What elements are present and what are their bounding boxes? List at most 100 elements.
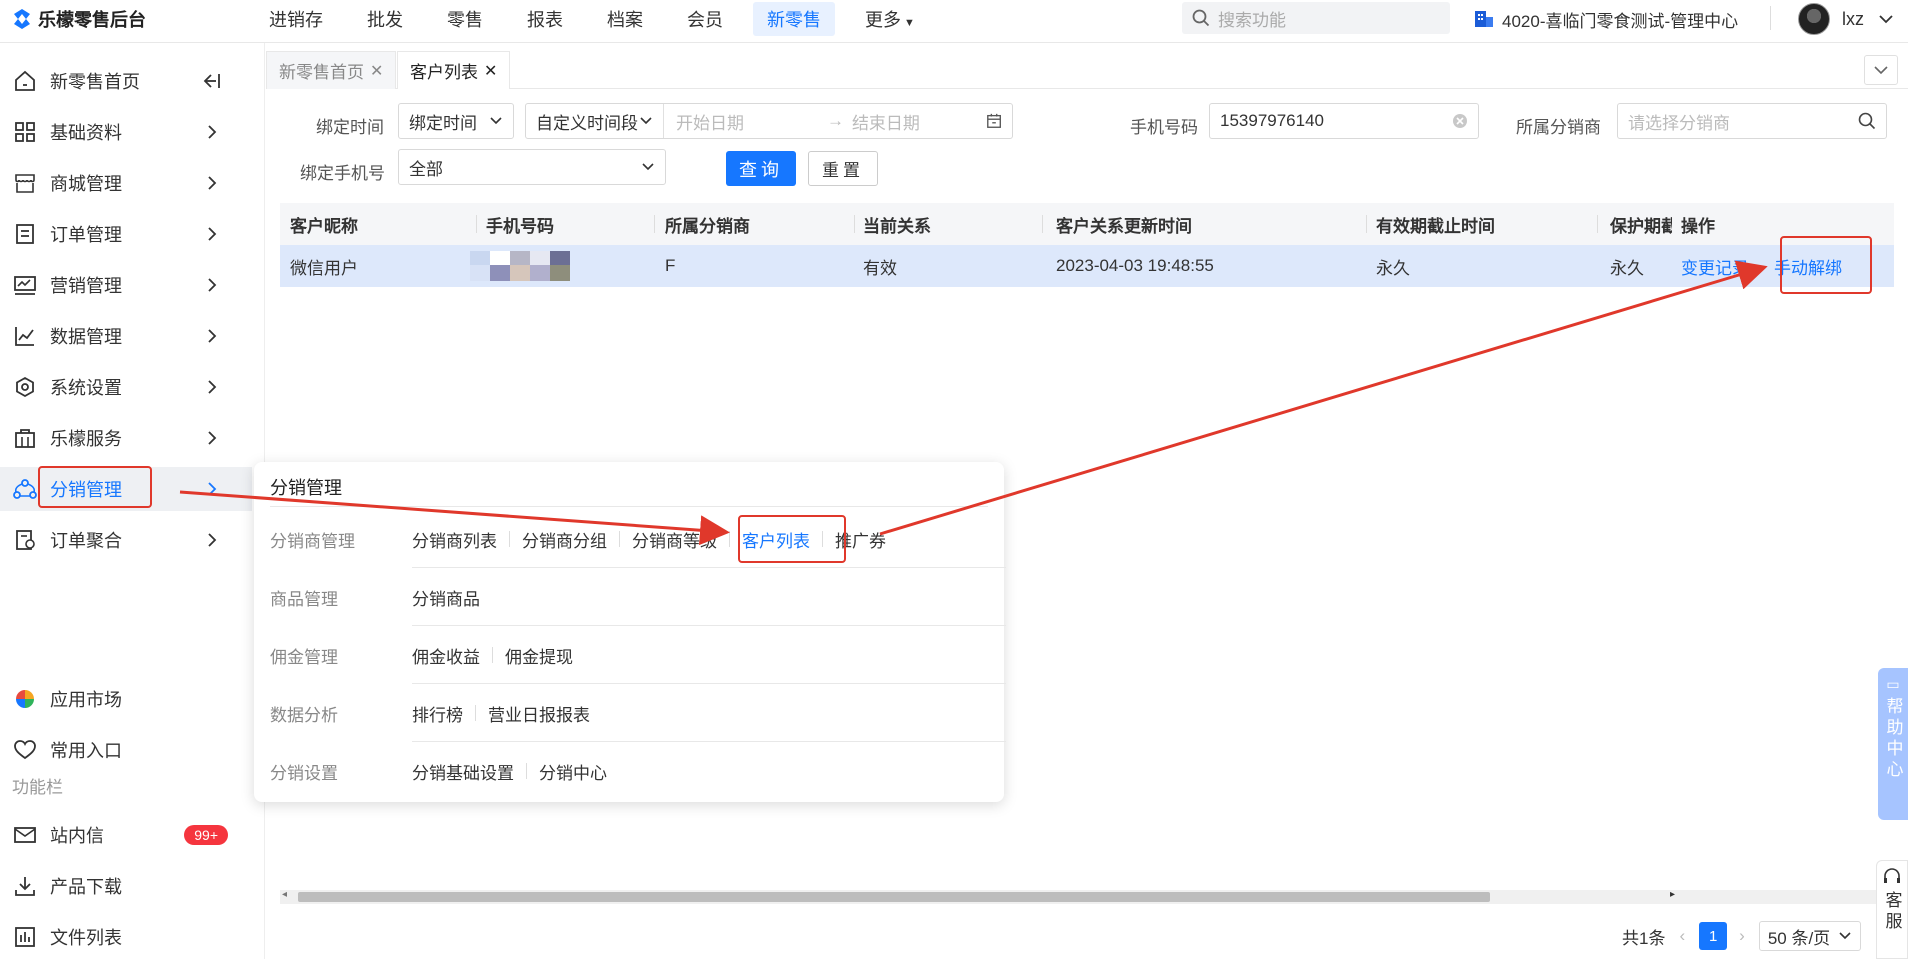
menu-group-label: 分销商管理 [270,531,355,551]
menu-link-customer-list[interactable]: 客户列表 [742,527,810,552]
column-separator [1597,215,1598,233]
scroll-left-icon[interactable]: ◂ [282,889,287,900]
phone-label: 手机号码 [1130,118,1198,137]
menu-link-distributor-group[interactable]: 分销商分组 [522,527,607,552]
menu-link-daily-report[interactable]: 营业日报报表 [488,701,590,726]
customer-service-tab[interactable]: 客服 [1876,860,1908,959]
nav-item-new-retail[interactable]: 新零售 [753,2,835,36]
phone-input-value: 15397976140 [1220,111,1325,130]
menu-link-basic-settings[interactable]: 分销基础设置 [412,759,514,784]
scroll-right-icon[interactable]: ▸ [1670,889,1675,900]
sidebar-item-app-market[interactable]: 应用市场 [0,677,252,721]
customer-service-label: 客服 [1882,891,1902,933]
nav-item-inventory[interactable]: 进销存 [255,2,337,36]
sidebar-item-label: 订单管理 [50,225,122,245]
menu-link-distributor-list[interactable]: 分销商列表 [412,527,497,552]
distributor-select[interactable]: 请选择分销商 [1617,103,1887,139]
sidebar-item-inbox[interactable]: 站内信 99+ [0,813,252,857]
sidebar-item-orders[interactable]: 订单管理 [0,212,252,256]
pagination: 共1条 ‹ 1 › 50 条/页 [1622,920,1862,952]
reset-button[interactable]: 重置 [808,151,878,186]
nav-item-archive[interactable]: 档案 [593,2,657,36]
menu-link-distribution-center[interactable]: 分销中心 [539,759,607,784]
sidebar-item-label: 订单聚合 [50,531,122,551]
top-bar: 乐檬零售后台 进销存 批发 零售 报表 档案 会员 新零售 更多 ▼ 搜索功能 4… [0,0,1908,43]
user-menu[interactable]: lxz [1798,2,1894,36]
next-page-icon[interactable]: › [1739,926,1745,946]
horizontal-scrollbar[interactable]: ◂ ▸ ▸ [280,889,1894,904]
cell-phone-redacted [470,245,590,287]
menu-separator [492,647,493,663]
menu-link-distributor-level[interactable]: 分销商等级 [632,527,717,552]
scrollbar-thumb[interactable] [298,892,1490,902]
manual-unbind-link[interactable]: 手动解绑 [1774,245,1842,287]
sidebar-item-common-entry[interactable]: 常用入口 [0,728,252,772]
menu-separator [526,763,527,779]
date-range-picker[interactable]: 自定义时间段 开始日期 → 结束日期 [525,103,1013,139]
start-date-input[interactable]: 开始日期 [676,109,819,134]
tabs-dropdown-button[interactable] [1864,55,1898,85]
help-center-tab[interactable]: ▭ 帮助中心 [1878,668,1908,820]
menu-link-commission-earnings[interactable]: 佣金收益 [412,643,480,668]
cell-relation: 有效 [863,258,897,278]
sidebar-item-order-aggregation[interactable]: 订单聚合 [0,518,252,562]
page-size-select[interactable]: 50 条/页 [1758,921,1862,951]
phone-input[interactable]: 15397976140 [1209,103,1479,139]
nav-item-members[interactable]: 会员 [673,2,737,36]
nav-item-reports[interactable]: 报表 [513,2,577,36]
sidebar-item-file-list[interactable]: 文件列表 [0,915,252,959]
page-tabbar: 新零售首页 ✕ 客户列表 ✕ [266,51,1908,89]
nav-item-wholesale[interactable]: 批发 [353,2,417,36]
tab-new-retail-home[interactable]: 新零售首页 ✕ [266,51,397,89]
prev-page-icon[interactable]: ‹ [1679,926,1685,946]
nav-item-retail[interactable]: 零售 [433,2,497,36]
store-switcher[interactable]: 4020-喜临门零食测试-管理中心 [1474,4,1738,34]
close-icon[interactable]: ✕ [484,61,497,81]
clear-icon[interactable] [1452,113,1468,129]
bind-phone-select[interactable]: 全部 [398,149,666,185]
sidebar-item-distribution[interactable]: 分销管理 [0,467,252,511]
search-icon [1858,112,1876,130]
sidebar-item-new-retail-home[interactable]: 新零售首页 [0,59,252,103]
table-header: 客户昵称 手机号码 所属分销商 当前关系 客户关系更新时间 有效期截止时间 保护… [280,203,1894,245]
chevron-right-icon [208,227,217,241]
sidebar-item-label: 产品下载 [50,877,122,897]
bind-time-select-value: 绑定时间 [409,113,477,133]
cell-nickname: 微信用户 [290,258,358,278]
time-range-select[interactable]: 自定义时间段 [526,104,665,138]
menu-link-commission-withdrawal[interactable]: 佣金提现 [505,643,573,668]
menu-link-leaderboard[interactable]: 排行榜 [412,701,463,726]
app-market-icon [12,687,38,711]
sidebar-item-product-download[interactable]: 产品下载 [0,864,252,908]
column-header-updated-at: 客户关系更新时间 [1056,216,1192,236]
sidebar-item-system-settings[interactable]: 系统设置 [0,365,252,409]
file-list-icon [12,925,38,949]
page-button-current[interactable]: 1 [1699,922,1728,950]
app-logo[interactable]: 乐檬零售后台 [12,0,146,38]
chevron-down-icon [1839,932,1851,940]
menu-link-distribution-products[interactable]: 分销商品 [412,585,480,610]
tab-customer-list[interactable]: 客户列表 ✕ [397,51,511,89]
popover-title: 分销管理 [270,478,342,498]
sidebar-item-basic-data[interactable]: 基础资料 [0,110,252,154]
store-building-icon [1475,11,1493,27]
menu-group-label: 佣金管理 [270,647,338,667]
query-button[interactable]: 查询 [726,151,796,186]
menu-link-promo-coupon[interactable]: 推广券 [835,527,886,552]
end-date-input[interactable]: 结束日期 [852,109,986,134]
sidebar-item-marketing[interactable]: 营销管理 [0,263,252,307]
chevron-right-icon [208,482,217,496]
sidebar-item-data[interactable]: 数据管理 [0,314,252,358]
caret-down-icon: ▼ [904,17,915,29]
close-icon[interactable]: ✕ [370,61,383,81]
function-search-input[interactable]: 搜索功能 [1182,2,1450,34]
change-history-link[interactable]: 变更记录 [1681,245,1749,287]
nav-item-more[interactable]: 更多 ▼ [851,2,929,36]
cell-valid-until: 永久 [1376,258,1410,278]
sidebar-item-label: 营销管理 [50,276,122,296]
collapse-sidebar-icon[interactable] [202,71,222,91]
bind-time-select[interactable]: 绑定时间 [398,103,514,139]
sidebar-item-mall[interactable]: 商城管理 [0,161,252,205]
menu-group-distributor-mgmt: 分销商管理 分销商列表 分销商分组 分销商等级 客户列表 推广券 [270,510,1006,568]
sidebar-item-lemeng-service[interactable]: 乐檬服务 [0,416,252,460]
